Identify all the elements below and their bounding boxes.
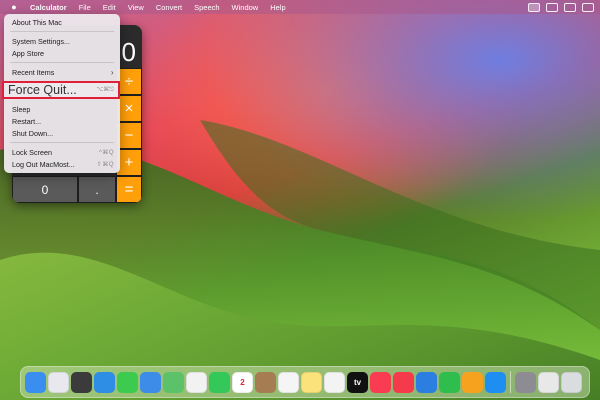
force-quit-label: Force Quit... [8, 83, 77, 97]
shortcut-label: ⇧⌘Q [96, 161, 114, 168]
menu-item-recent-items[interactable]: Recent Items › [12, 67, 114, 77]
maps-icon[interactable] [163, 371, 184, 393]
calculator-display: 0 [121, 37, 136, 67]
trash-icon[interactable] [561, 371, 582, 393]
window-icon[interactable] [546, 2, 558, 12]
menu-item-label: Log Out MacMost... [12, 159, 75, 169]
menu-item-force-quit[interactable]: Force Quit... ⌥⌘⎋ [2, 81, 120, 99]
zero-key[interactable]: 0 [12, 176, 78, 203]
keynote-icon[interactable] [416, 371, 437, 393]
menu-item-label: System Settings... [12, 36, 70, 46]
menu-item-restart[interactable]: Restart... [12, 116, 114, 126]
menu-item-shut-down[interactable]: Shut Down... [12, 128, 114, 138]
dock-separator [510, 371, 511, 393]
menu-item-about[interactable]: About This Mac [12, 17, 114, 27]
menu-item-label: Sleep [12, 104, 31, 114]
music-icon[interactable] [370, 371, 391, 393]
menu-divider [10, 31, 114, 32]
status-area [528, 2, 594, 12]
menu-item-label: Lock Screen [12, 147, 52, 157]
menu-item-system-settings[interactable]: System Settings... [12, 36, 114, 46]
equals-key[interactable]: = [116, 176, 142, 203]
calculator-icon[interactable] [71, 371, 92, 393]
news-icon[interactable] [393, 371, 414, 393]
facetime-icon[interactable] [209, 371, 230, 393]
app-store-icon[interactable] [485, 371, 506, 393]
screen-mirroring-icon[interactable] [528, 2, 540, 12]
menu-bar: ● Calculator File Edit View Convert Spee… [0, 0, 600, 14]
launchpad-icon[interactable] [48, 371, 69, 393]
control-center-icon[interactable] [582, 2, 594, 12]
menu-item-label: Recent Items [12, 67, 55, 77]
shortcut-label: ^⌘Q [99, 149, 114, 156]
menu-calculator[interactable]: Calculator [30, 3, 67, 12]
menu-item-label: Restart... [12, 116, 42, 126]
menu-item-label: Shut Down... [12, 128, 54, 138]
dock: 2 tv [20, 366, 590, 398]
menu-edit[interactable]: Edit [103, 3, 116, 12]
menu-view[interactable]: View [128, 3, 144, 12]
safari-icon[interactable] [94, 371, 115, 393]
menu-file[interactable]: File [79, 3, 91, 12]
menu-item-app-store[interactable]: App Store [12, 48, 114, 58]
decimal-key[interactable]: . [78, 176, 116, 203]
system-settings-icon[interactable] [515, 371, 536, 393]
menu-item-sleep[interactable]: Sleep [12, 104, 114, 114]
reminders-icon[interactable] [278, 371, 299, 393]
apple-logo-icon[interactable]: ● [8, 2, 20, 12]
contacts-icon[interactable] [255, 371, 276, 393]
mail-icon[interactable] [140, 371, 161, 393]
numbers-icon[interactable] [439, 371, 460, 393]
menu-window[interactable]: Window [232, 3, 259, 12]
appletv-icon[interactable]: tv [347, 371, 368, 393]
calendar-icon[interactable]: 2 [232, 371, 253, 393]
menu-help[interactable]: Help [270, 3, 285, 12]
chevron-right-icon: › [110, 67, 114, 77]
pages-icon[interactable] [462, 371, 483, 393]
menu-convert[interactable]: Convert [156, 3, 182, 12]
script-editor-icon[interactable] [538, 371, 559, 393]
messages-icon[interactable] [117, 371, 138, 393]
menu-divider [10, 62, 114, 63]
freeform-icon[interactable] [324, 371, 345, 393]
photos-icon[interactable] [186, 371, 207, 393]
menu-divider [10, 142, 114, 143]
notes-icon[interactable] [301, 371, 322, 393]
shortcut-label: ⌥⌘⎋ [96, 87, 114, 93]
menu-item-label: App Store [12, 48, 44, 58]
menu-item-label: About This Mac [12, 17, 62, 27]
menu-speech[interactable]: Speech [194, 3, 219, 12]
menu-item-log-out[interactable]: Log Out MacMost... ⇧⌘Q [12, 159, 114, 169]
finder-icon[interactable] [25, 371, 46, 393]
menu-item-lock-screen[interactable]: Lock Screen ^⌘Q [12, 147, 114, 157]
video-icon[interactable] [564, 2, 576, 12]
